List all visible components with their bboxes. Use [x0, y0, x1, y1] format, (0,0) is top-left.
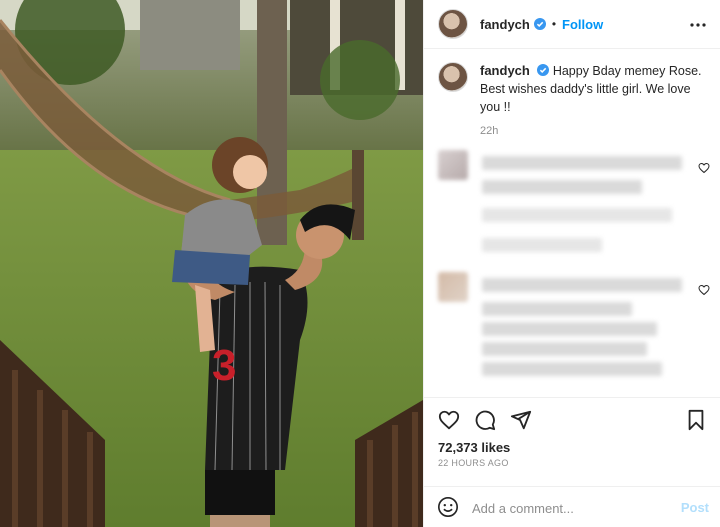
post-comment-button[interactable]: Post [681, 500, 709, 515]
caption-body: fandych Happy Bday memey Rose. Best wish… [480, 62, 710, 140]
blurred-text [482, 180, 642, 194]
post-photo-illustration: 3 [0, 0, 423, 527]
blurred-text [482, 208, 672, 222]
instagram-post: 3 fandych • Follow fandych Happy Bday me… [0, 0, 720, 527]
blurred-text [482, 278, 682, 292]
bookmark-icon[interactable] [685, 409, 707, 431]
comment-item-blurred [438, 148, 710, 258]
blurred-text [482, 342, 647, 356]
caption-avatar[interactable] [438, 62, 468, 92]
comment-input[interactable] [472, 498, 672, 518]
follow-button[interactable]: Follow [562, 17, 603, 32]
post-header: fandych • Follow [424, 0, 720, 49]
comment-item-blurred [438, 270, 710, 390]
blurred-text [482, 302, 632, 316]
add-comment-row: Post [424, 486, 720, 527]
header-separator: • [551, 17, 557, 31]
emoji-icon[interactable] [437, 496, 459, 518]
post-caption: fandych Happy Bday memey Rose. Best wish… [438, 62, 710, 140]
header-username[interactable]: fandych [480, 17, 530, 32]
comment-like-heart-icon[interactable] [698, 284, 710, 296]
blurred-text [482, 322, 657, 336]
comment-avatar [438, 150, 468, 180]
share-icon[interactable] [510, 409, 532, 431]
verified-badge-icon [533, 18, 546, 30]
svg-text:3: 3 [212, 341, 236, 390]
comment-avatar [438, 272, 468, 302]
caption-username[interactable]: fandych [480, 63, 530, 78]
verified-badge-icon [537, 64, 550, 76]
post-panel: fandych • Follow fandych Happy Bday meme… [423, 0, 720, 527]
more-options-icon[interactable] [689, 16, 707, 34]
post-timestamp[interactable]: 22 HOURS AGO [438, 458, 509, 468]
comment-like-heart-icon[interactable] [698, 162, 710, 174]
post-photo[interactable]: 3 [0, 0, 423, 527]
blurred-text [482, 362, 662, 376]
blurred-text [482, 238, 602, 252]
blurred-text [482, 156, 682, 170]
comment-icon[interactable] [474, 409, 496, 431]
caption-time[interactable]: 22h [480, 122, 710, 140]
heart-icon[interactable] [438, 409, 460, 431]
likes-count[interactable]: 72,373 likes [438, 440, 510, 455]
post-actions: 72,373 likes 22 HOURS AGO Post [424, 397, 720, 527]
avatar[interactable] [438, 9, 468, 39]
